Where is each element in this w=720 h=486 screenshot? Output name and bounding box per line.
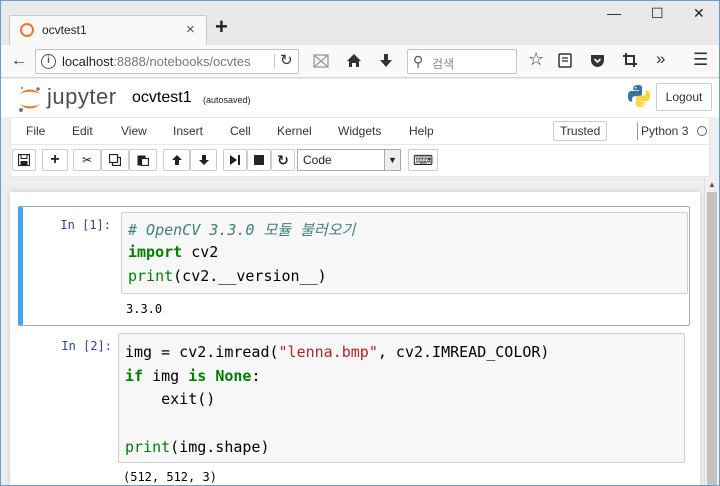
bookmark-star-icon[interactable]: ☆ <box>528 49 544 69</box>
run-cell-button[interactable] <box>223 149 247 171</box>
tab-close-icon[interactable]: × <box>186 21 195 38</box>
notebook-toolbar: + ✂ ↻ Code ▼ ⌨ <box>10 145 710 177</box>
code-line: print(cv2.__version__) <box>128 267 327 285</box>
notebook-area: In [1]: # OpenCV 3.3.0 모듈 불러오기 import cv… <box>1 178 704 485</box>
pocket-icon[interactable] <box>590 53 605 68</box>
plus-icon: + <box>50 151 60 168</box>
browser-window: ocvtest1 × + — ☐ ✕ ← i localhost:8888/no… <box>0 0 720 486</box>
kernel-idle-indicator-icon <box>697 126 707 136</box>
scroll-up-icon[interactable]: ▲ <box>708 180 716 189</box>
tab-title: ocvtest1 <box>42 23 87 37</box>
menu-help[interactable]: Help <box>409 124 434 138</box>
reader-view-icon[interactable] <box>313 54 329 68</box>
cell-type-value: Code <box>303 153 332 167</box>
code-line: # OpenCV 3.3.0 모듈 불러오기 <box>128 221 356 239</box>
jupyter-logo-text[interactable]: jupyter <box>47 84 117 110</box>
move-cell-up-button[interactable] <box>163 149 190 171</box>
menu-widgets[interactable]: Widgets <box>338 124 381 138</box>
close-window-button[interactable]: ✕ <box>693 5 705 22</box>
maximize-button[interactable]: ☐ <box>651 5 664 22</box>
kernel-name[interactable]: Python 3 <box>641 124 688 138</box>
overflow-icon[interactable]: » <box>656 49 665 69</box>
download-icon[interactable] <box>379 53 393 68</box>
menu-kernel[interactable]: Kernel <box>277 124 312 138</box>
interrupt-kernel-button[interactable] <box>247 149 271 171</box>
python-logo-icon <box>628 85 650 107</box>
code-line: img = cv2.imread("lenna.bmp", cv2.IMREAD… <box>125 343 550 361</box>
scroll-thumb[interactable] <box>707 192 717 485</box>
jupyter-favicon-icon <box>20 23 34 37</box>
home-icon[interactable] <box>346 53 362 68</box>
page-scrollbar[interactable]: ▲ <box>704 178 719 485</box>
step-forward-icon <box>230 155 240 165</box>
minimize-button[interactable]: — <box>607 5 621 21</box>
logout-button[interactable]: Logout <box>656 83 712 111</box>
save-icon <box>17 153 31 167</box>
browser-tab[interactable]: ocvtest1 × <box>9 15 207 45</box>
code-line: print(img.shape) <box>125 438 270 456</box>
search-input[interactable]: ⚲ 검색 <box>407 49 517 74</box>
tab-strip: ocvtest1 × + — ☐ ✕ <box>1 1 719 45</box>
new-tab-button[interactable]: + <box>215 16 228 38</box>
info-icon[interactable]: i <box>41 54 56 69</box>
hamburger-menu-icon[interactable]: ☰ <box>693 50 708 70</box>
code-line: if img is None: <box>125 367 261 385</box>
trusted-indicator[interactable]: Trusted <box>553 121 608 141</box>
command-palette-button[interactable]: ⌨ <box>408 149 438 171</box>
keyboard-icon: ⌨ <box>412 152 434 168</box>
menu-insert[interactable]: Insert <box>173 124 203 138</box>
restart-kernel-button[interactable]: ↻ <box>271 149 295 171</box>
scissors-icon: ✂ <box>81 153 93 167</box>
cell-output: 3.3.0 <box>126 302 163 316</box>
insert-cell-button[interactable]: + <box>42 149 68 171</box>
menu-edit[interactable]: Edit <box>72 124 93 138</box>
reload-icon[interactable]: ↻ <box>280 51 293 71</box>
menubar: File Edit View Insert Cell Kernel Widget… <box>10 117 710 145</box>
kernel-separator <box>637 122 638 140</box>
menu-cell[interactable]: Cell <box>230 124 251 138</box>
copy-icon <box>108 153 122 167</box>
cut-button[interactable]: ✂ <box>73 149 101 171</box>
arrow-up-icon <box>171 155 182 165</box>
back-icon[interactable]: ← <box>11 51 27 71</box>
jupyter-logo-icon[interactable] <box>17 85 43 113</box>
cell-prompt: In [1]: <box>60 218 111 232</box>
save-button[interactable] <box>12 149 36 171</box>
code-cell-selected[interactable]: In [1]: # OpenCV 3.3.0 모듈 불러오기 import cv… <box>18 206 690 326</box>
menu-view[interactable]: View <box>121 124 147 138</box>
url-separator <box>274 54 275 69</box>
navigation-bar: ← i localhost:8888/notebooks/ocvtes ↻ ⚲ … <box>1 45 719 78</box>
code-line: exit() <box>125 390 216 408</box>
move-cell-down-button[interactable] <box>190 149 217 171</box>
notebook-name[interactable]: ocvtest1 <box>132 89 192 107</box>
copy-button[interactable] <box>101 149 129 171</box>
cell-input[interactable]: # OpenCV 3.3.0 모듈 불러오기 import cv2 print(… <box>121 212 688 294</box>
notebook-page: In [1]: # OpenCV 3.3.0 모듈 불러오기 import cv… <box>10 192 700 485</box>
url-bar[interactable]: i localhost:8888/notebooks/ocvtes ↻ <box>35 49 299 74</box>
arrow-down-icon <box>198 155 209 165</box>
chevron-down-icon: ▼ <box>384 150 400 170</box>
stop-icon <box>254 155 264 165</box>
autosave-status: (autosaved) <box>203 95 251 105</box>
refresh-icon: ↻ <box>277 152 289 168</box>
cell-type-select[interactable]: Code ▼ <box>297 149 401 171</box>
screenshot-crop-icon[interactable] <box>622 52 638 68</box>
cell-input[interactable]: img = cv2.imread("lenna.bmp", cv2.IMREAD… <box>118 333 685 463</box>
code-line: import cv2 <box>128 243 219 261</box>
cell-prompt: In [2]: <box>61 339 112 353</box>
jupyter-header: jupyter ocvtest1 (autosaved) Logout <box>1 79 719 117</box>
search-icon: ⚲ <box>413 53 424 69</box>
url-text: localhost:8888/notebooks/ocvtes <box>62 54 251 69</box>
search-placeholder: 검색 <box>432 57 455 71</box>
cell-output: (512, 512, 3) <box>123 470 217 484</box>
paste-button[interactable] <box>129 149 157 171</box>
paste-icon <box>137 155 150 167</box>
library-icon[interactable] <box>558 53 572 68</box>
menu-file[interactable]: File <box>26 124 45 138</box>
